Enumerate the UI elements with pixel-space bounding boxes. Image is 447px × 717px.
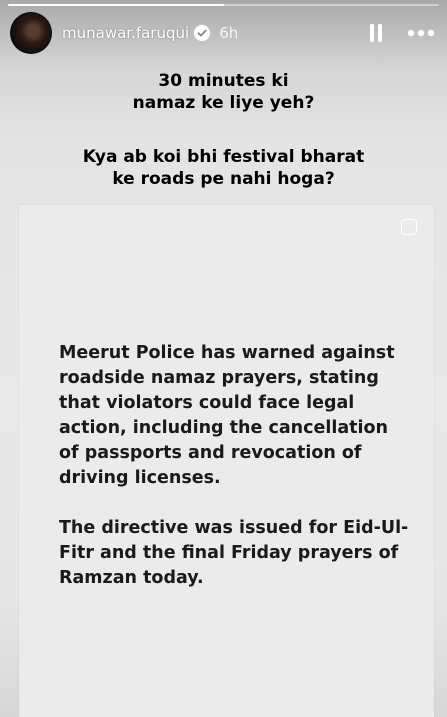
pause-icon xyxy=(370,24,382,42)
caption-question-2: Kya ab koi bhi festival bharat ke roads … xyxy=(0,146,447,190)
news-card-text: Meerut Police has warned against roadsid… xyxy=(59,341,409,616)
caption-line: namaz ke liye yeh? xyxy=(132,93,315,113)
caption-question-1: 30 minutes ki namaz ke liye yeh? xyxy=(0,70,447,114)
more-options-button[interactable] xyxy=(405,18,437,48)
caption-line: Kya ab koi bhi festival bharat xyxy=(82,147,365,167)
story-header: munawar.faruqui 6h xyxy=(10,12,437,54)
avatar[interactable] xyxy=(10,12,52,54)
post-time: 6h xyxy=(219,24,239,42)
caption-line: ke roads pe nahi hoga? xyxy=(112,169,335,189)
username[interactable]: munawar.faruqui xyxy=(62,24,189,42)
verified-badge-icon xyxy=(194,25,211,41)
news-card: Meerut Police has warned against roadsid… xyxy=(19,205,434,717)
more-options-icon xyxy=(407,29,435,37)
square-icon xyxy=(401,219,417,235)
caption-line: 30 minutes ki xyxy=(158,71,289,91)
news-paragraph: Meerut Police has warned against roadsid… xyxy=(59,343,395,488)
story-progress-fill xyxy=(8,4,224,6)
news-paragraph: The directive was issued for Eid-Ul-Fitr… xyxy=(59,518,409,588)
story-progress-bar xyxy=(8,4,439,6)
pause-button[interactable] xyxy=(361,18,391,48)
